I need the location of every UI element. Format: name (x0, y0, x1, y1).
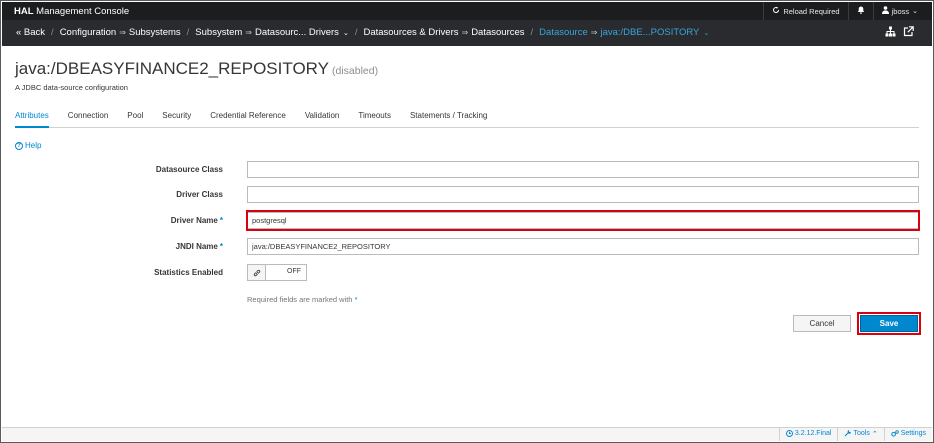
help-label: Help (25, 141, 42, 150)
tab-security[interactable]: Security (162, 110, 191, 128)
datasource-class-label: Datasource Class (155, 165, 223, 174)
breadcrumb: « Back / Configuration ⇒ Subsystems / Subs… (16, 27, 709, 38)
tab-pool[interactable]: Pool (127, 110, 143, 128)
app-window: HAL Management Console Reload Required j… (0, 0, 934, 443)
driver-name-label: Driver Name * (170, 216, 223, 225)
required-marker: * (219, 216, 223, 225)
form-row-driver-name: Driver Name * (1, 212, 933, 229)
settings-button[interactable]: Settings (883, 428, 932, 441)
driver-class-input[interactable] (247, 186, 919, 203)
masthead-actions: Reload Required jboss ⌄ (763, 2, 926, 20)
required-marker: * (219, 242, 223, 251)
user-icon (881, 6, 889, 16)
page-title: java:/DBEASYFINANCE2_REPOSITORY (disabled… (15, 59, 378, 79)
driver-class-label: Driver Class (176, 190, 223, 199)
tab-timeouts[interactable]: Timeouts (358, 110, 391, 128)
status-badge: (disabled) (331, 65, 379, 77)
question-circle-icon: ? (15, 141, 23, 150)
tools-menu[interactable]: Tools ⌃ (837, 428, 883, 441)
reload-icon (772, 6, 780, 16)
version-label: 3.2.12.Final (794, 430, 832, 437)
notifications-button[interactable] (847, 2, 873, 20)
tab-credential-reference[interactable]: Credential Reference (210, 110, 286, 128)
switch-state: OFF (287, 268, 301, 275)
tab-connection[interactable]: Connection (68, 110, 108, 128)
breadcrumb-item-configuration[interactable]: Configuration ⇒ Subsystems (60, 27, 181, 38)
version-link[interactable]: 3.2.12.Final (778, 428, 838, 441)
breadcrumb-item-datasource[interactable]: Datasource ⇒ java:/DBE...POSITORY ⌄ (539, 27, 709, 38)
breadcrumb-item-subsystem[interactable]: Subsystem ⇒ Datasourc... Drivers ⌄ (195, 27, 349, 38)
chevron-up-icon: ⌃ (871, 431, 878, 438)
form-row-statistics-enabled: Statistics Enabled OFF (1, 264, 933, 281)
required-fields-note: Required fields are marked with * (247, 295, 358, 304)
page-description: A JDBC data-source configuration (15, 83, 128, 92)
chevron-down-icon: ⌄ (703, 30, 710, 37)
external-link-icon[interactable] (903, 26, 914, 40)
form-row-datasource-class: Datasource Class (1, 161, 933, 178)
clock-icon (785, 430, 793, 441)
back-link[interactable]: « Back (16, 27, 45, 38)
driver-name-input[interactable] (247, 212, 919, 229)
datasource-class-input[interactable] (247, 161, 919, 178)
page-title-text: java:/DBEASYFINANCE2_REPOSITORY (15, 59, 329, 78)
link-icon (248, 265, 266, 280)
tab-attributes[interactable]: Attributes (15, 110, 49, 128)
tools-label: Tools (853, 430, 870, 437)
tab-bar: Attributes Connection Pool Security Cred… (15, 110, 919, 128)
brand-bold: HAL (14, 6, 34, 17)
brand[interactable]: HAL Management Console (14, 6, 129, 17)
breadcrumb-separator: / (186, 27, 190, 38)
tab-validation[interactable]: Validation (305, 110, 340, 128)
form-row-driver-class: Driver Class (1, 186, 933, 203)
gears-icon (891, 430, 899, 441)
footer: 3.2.12.Final Tools ⌃ Settings (2, 427, 932, 441)
sitemap-icon[interactable] (885, 26, 896, 40)
masthead: HAL Management Console Reload Required j… (2, 2, 932, 20)
reload-required-button[interactable]: Reload Required (763, 2, 847, 20)
wrench-icon (844, 430, 852, 441)
user-name: jboss (891, 6, 910, 16)
breadcrumb-separator: / (530, 27, 534, 38)
jndi-name-input[interactable] (247, 238, 919, 255)
footer-actions: 3.2.12.Final Tools ⌃ Settings (778, 428, 932, 441)
breadcrumb-tools (885, 26, 914, 40)
form-row-jndi-name: JNDI Name * (1, 238, 933, 255)
bell-icon (857, 6, 865, 16)
user-menu[interactable]: jboss ⌄ (872, 2, 926, 20)
settings-label: Settings (900, 430, 926, 437)
chevron-down-icon: ⌄ (912, 8, 918, 15)
tab-statements-tracking[interactable]: Statements / Tracking (410, 110, 487, 128)
breadcrumb-bar: « Back / Configuration ⇒ Subsystems / Subs… (2, 20, 932, 46)
brand-text: Management Console (33, 6, 130, 17)
help-link[interactable]: ? Help (15, 141, 41, 150)
breadcrumb-item-datasources[interactable]: Datasources & Drivers ⇒ Datasources (363, 27, 524, 38)
save-button[interactable]: Save (860, 315, 918, 332)
breadcrumb-separator: / (51, 27, 54, 38)
breadcrumb-separator: / (354, 27, 358, 38)
chevron-down-icon: ⌄ (342, 30, 349, 37)
statistics-enabled-switch[interactable]: OFF (247, 264, 307, 281)
statistics-enabled-label: Statistics Enabled (154, 268, 223, 277)
jndi-name-label: JNDI Name * (175, 242, 223, 251)
reload-required-label: Reload Required (783, 6, 840, 16)
cancel-button[interactable]: Cancel (793, 315, 851, 332)
